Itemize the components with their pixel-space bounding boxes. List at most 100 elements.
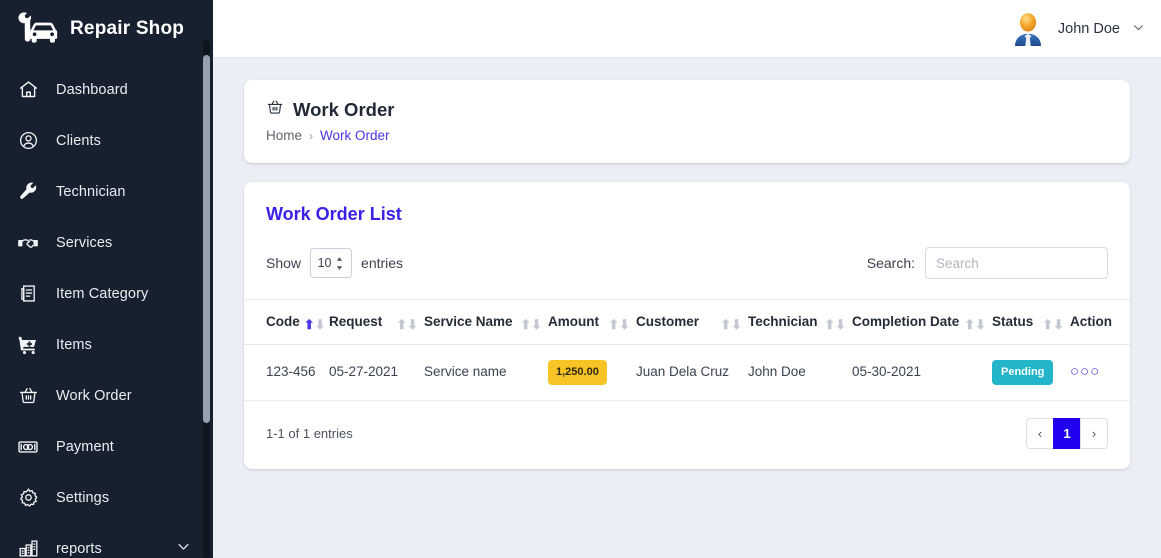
column-header-technician[interactable]: Technician ⬆ ⬇: [748, 299, 852, 345]
sort-desc-icon[interactable]: ⬇: [619, 318, 630, 331]
sort-desc-icon[interactable]: ⬇: [975, 318, 986, 331]
ellipsis-icon[interactable]: ○○○: [1070, 363, 1100, 380]
sort-desc-icon[interactable]: ⬇: [731, 318, 742, 331]
column-header-request[interactable]: Request ⬆ ⬇: [329, 299, 424, 345]
handshake-icon: [16, 231, 40, 255]
main-area: John Doe Work Order Home › Work Order Wo…: [213, 0, 1161, 558]
app-root: Repair Shop Dashboard Clients Technician…: [0, 0, 1161, 558]
column-header-completion-date[interactable]: Completion Date ⬆ ⬇: [852, 299, 992, 345]
content: Work Order Home › Work Order Work Order …: [213, 58, 1161, 469]
column-header-code[interactable]: Code ⬆ ⬇: [244, 299, 329, 345]
breadcrumb-current[interactable]: Work Order: [320, 128, 390, 143]
sort-icons[interactable]: ⬆ ⬇: [304, 318, 326, 331]
work-order-list-card: Work Order List Show 10 entries Search: …: [244, 182, 1130, 469]
column-header-status[interactable]: Status ⬆ ⬇: [992, 299, 1070, 345]
topbar: John Doe: [213, 0, 1161, 58]
column-label: Amount: [548, 314, 599, 329]
sort-asc-icon[interactable]: ⬆: [608, 318, 619, 331]
sidebar-item-items[interactable]: Items: [0, 319, 213, 370]
column-header-action: Action: [1070, 299, 1130, 345]
page-length-select[interactable]: 10: [310, 248, 353, 278]
cell-customer: Juan Dela Cruz: [636, 344, 748, 401]
table-header-row: Code ⬆ ⬇ Request ⬆ ⬇ Service Name ⬆ ⬇ Am…: [244, 299, 1130, 345]
sort-asc-icon[interactable]: ⬆: [1042, 318, 1053, 331]
user-circle-icon: [16, 129, 40, 153]
sort-desc-icon[interactable]: ⬇: [1053, 318, 1064, 331]
sidebar-item-clients[interactable]: Clients: [0, 115, 213, 166]
work-order-table: Code ⬆ ⬇ Request ⬆ ⬇ Service Name ⬆ ⬇ Am…: [244, 299, 1130, 401]
column-label: Completion Date: [852, 314, 960, 329]
cell-action: ○○○: [1070, 344, 1130, 401]
column-label: Request: [329, 314, 383, 329]
sort-desc-icon[interactable]: ⬇: [531, 318, 542, 331]
cell-code: 123-456: [244, 344, 329, 401]
sort-icons[interactable]: ⬆ ⬇: [608, 318, 630, 331]
search-control: Search:: [867, 247, 1108, 279]
basket-icon: [16, 384, 40, 408]
sidebar: Repair Shop Dashboard Clients Technician…: [0, 0, 213, 558]
sort-asc-icon[interactable]: ⬆: [520, 318, 531, 331]
sort-asc-icon[interactable]: ⬆: [304, 318, 315, 331]
sidebar-item-label: Payment: [56, 438, 114, 455]
document-list-icon: [16, 282, 40, 306]
table-row[interactable]: 123-456 05-27-2021 Service name 1,250.00…: [244, 344, 1130, 401]
gear-icon: [16, 486, 40, 510]
chevron-down-icon: [1132, 21, 1145, 37]
sidebar-item-work-order[interactable]: Work Order: [0, 370, 213, 421]
sort-asc-icon[interactable]: ⬆: [824, 318, 835, 331]
cart-plus-icon: [16, 333, 40, 357]
cell-service-name: Service name: [424, 344, 548, 401]
cell-amount: 1,250.00: [548, 344, 636, 401]
page-length-control: Show 10 entries: [266, 248, 403, 278]
money-icon: [16, 435, 40, 459]
sort-asc-icon[interactable]: ⬆: [396, 318, 407, 331]
sidebar-item-payment[interactable]: Payment: [0, 421, 213, 472]
search-input[interactable]: [925, 247, 1108, 279]
sort-desc-icon[interactable]: ⬇: [407, 318, 418, 331]
sort-asc-icon[interactable]: ⬆: [720, 318, 731, 331]
sort-icons[interactable]: ⬆ ⬇: [964, 318, 986, 331]
pagination-page-1[interactable]: 1: [1053, 417, 1081, 449]
sort-desc-icon[interactable]: ⬇: [835, 318, 846, 331]
user-menu[interactable]: John Doe: [1008, 9, 1145, 49]
sidebar-item-services[interactable]: Services: [0, 217, 213, 268]
brand-name: Repair Shop: [70, 18, 185, 39]
brand[interactable]: Repair Shop: [0, 0, 213, 58]
column-header-service-name[interactable]: Service Name ⬆ ⬇: [424, 299, 548, 345]
basket-icon: [266, 98, 284, 121]
sidebar-item-label: Services: [56, 234, 113, 251]
sidebar-nav: Dashboard Clients Technician Services It…: [0, 58, 213, 558]
breadcrumb-home[interactable]: Home: [266, 128, 302, 143]
sort-icons[interactable]: ⬆ ⬇: [824, 318, 846, 331]
sort-asc-icon[interactable]: ⬆: [964, 318, 975, 331]
sort-icons[interactable]: ⬆ ⬇: [720, 318, 742, 331]
cell-technician: John Doe: [748, 344, 852, 401]
sidebar-item-settings[interactable]: Settings: [0, 472, 213, 523]
sidebar-item-label: Item Category: [56, 285, 149, 302]
pagination-next[interactable]: ›: [1080, 417, 1108, 449]
cell-request: 05-27-2021: [329, 344, 424, 401]
column-header-amount[interactable]: Amount ⬆ ⬇: [548, 299, 636, 345]
sidebar-item-dashboard[interactable]: Dashboard: [0, 64, 213, 115]
sidebar-item-label: Work Order: [56, 387, 132, 404]
sidebar-item-label: Dashboard: [56, 81, 128, 98]
sort-icons[interactable]: ⬆ ⬇: [520, 318, 542, 331]
pagination-prev[interactable]: ‹: [1026, 417, 1054, 449]
column-label: Service Name: [424, 314, 513, 329]
chevron-down-icon: [176, 539, 191, 558]
sidebar-item-label: Settings: [56, 489, 110, 506]
sidebar-item-item-category[interactable]: Item Category: [0, 268, 213, 319]
sidebar-item-technician[interactable]: Technician: [0, 166, 213, 217]
sort-icons[interactable]: ⬆ ⬇: [1042, 318, 1064, 331]
sort-icons[interactable]: ⬆ ⬇: [396, 318, 418, 331]
sort-desc-icon[interactable]: ⬇: [315, 318, 326, 331]
breadcrumb: Home › Work Order: [266, 128, 1108, 143]
table-controls: Show 10 entries Search:: [244, 225, 1130, 299]
entries-info: 1-1 of 1 entries: [266, 425, 353, 441]
sidebar-item-reports[interactable]: reports: [0, 523, 213, 558]
table-footer: 1-1 of 1 entries ‹ 1 ›: [244, 401, 1130, 469]
column-header-customer[interactable]: Customer ⬆ ⬇: [636, 299, 748, 345]
user-avatar-icon: [1008, 9, 1048, 49]
sidebar-scrollbar-thumb[interactable]: [203, 55, 210, 423]
pagination: ‹ 1 ›: [1026, 417, 1108, 449]
